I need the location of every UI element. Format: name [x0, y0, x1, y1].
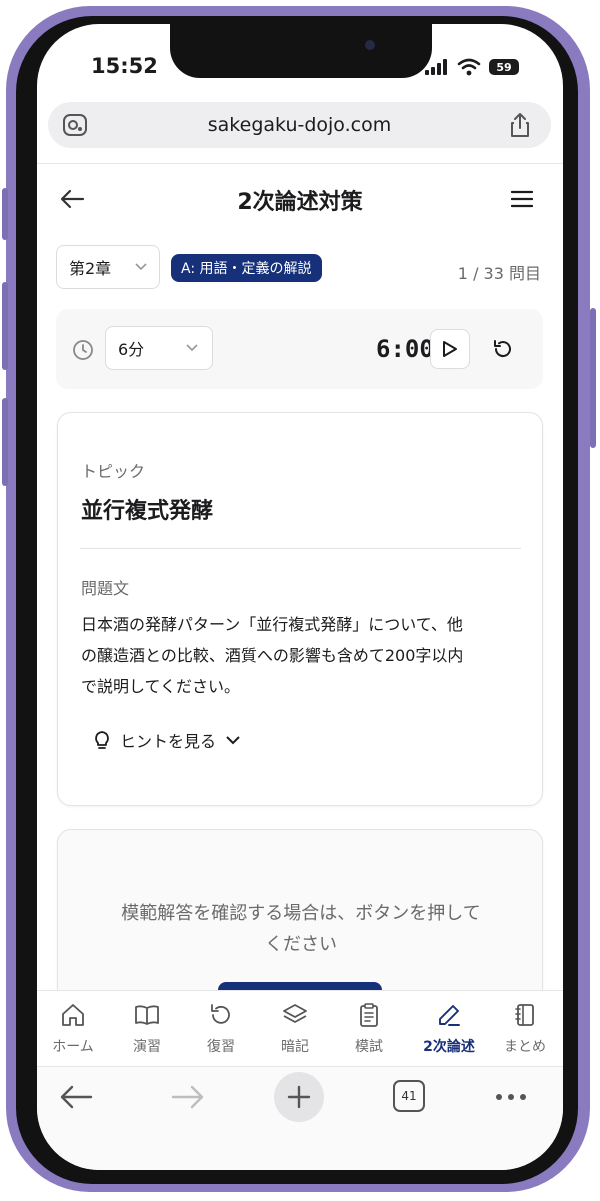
- pen-icon: [439, 1005, 460, 1026]
- timer-bar: 6分 6:00: [56, 309, 543, 389]
- tab-label: 演習: [133, 1039, 161, 1055]
- answer-message-line: 模範解答を確認する場合は、ボタンを押して: [121, 903, 481, 924]
- duration-select[interactable]: 6分: [105, 326, 213, 370]
- prompt-line: 日本酒の発酵パターン「並行複式発酵」について、他: [81, 615, 463, 634]
- clock-icon: [73, 340, 93, 360]
- duration-select-value: 6分: [118, 340, 145, 359]
- tab-home[interactable]: ホーム: [37, 1002, 109, 1056]
- tab-essay[interactable]: 2次論述: [413, 1002, 485, 1056]
- topic-title: 並行複式発酵: [81, 499, 214, 524]
- question-counter: 1 / 33 問目: [457, 264, 541, 283]
- refresh-icon: [211, 1004, 230, 1024]
- prompt-line: の醸造酒との比較、酒質への影響も含めて200字以内: [81, 646, 464, 665]
- mute-switch: [2, 188, 8, 240]
- tab-label: 復習: [207, 1039, 235, 1055]
- toolbar-divider: [37, 1066, 563, 1067]
- chevron-down-icon: [186, 344, 198, 352]
- more-icon[interactable]: [495, 1093, 527, 1101]
- new-tab-button[interactable]: [274, 1072, 324, 1122]
- tab-label: 2次論述: [423, 1039, 475, 1055]
- answer-message: 模範解答を確認する場合は、ボタンを押して ください: [58, 898, 544, 960]
- timer-display: 6:00: [376, 335, 434, 363]
- tab-label: まとめ: [504, 1039, 546, 1055]
- hint-label: ヒントを見る: [120, 732, 217, 751]
- clipboard-icon: [360, 1003, 378, 1027]
- power-button: [590, 308, 596, 448]
- notebook-icon: [515, 1004, 534, 1026]
- status-icons: 59: [425, 56, 519, 78]
- plus-icon: [287, 1085, 311, 1109]
- question-card: トピック 並行複式発酵 問題文 日本酒の発酵パターン「並行複式発酵」について、他…: [57, 412, 543, 806]
- front-camera: [365, 40, 375, 50]
- tab-review[interactable]: 復習: [185, 1002, 257, 1056]
- signal-icon: [425, 59, 447, 75]
- answer-message-line: ください: [265, 934, 337, 955]
- bottom-tab-bar: ホーム 演習 復習 暗記 模試 2次論述 まとめ: [37, 990, 563, 1066]
- topic-label: トピック: [81, 462, 146, 481]
- tab-label: ホーム: [52, 1039, 94, 1055]
- reset-icon[interactable]: [492, 338, 514, 360]
- prompt-label: 問題文: [81, 579, 130, 598]
- url-bar[interactable]: sakegaku-dojo.com: [48, 102, 551, 148]
- status-time: 15:52: [91, 54, 158, 78]
- tab-label: 模試: [355, 1039, 383, 1055]
- chapter-select[interactable]: 第2章: [56, 245, 160, 289]
- tab-count-button[interactable]: 41: [393, 1080, 425, 1112]
- share-icon[interactable]: [508, 111, 532, 139]
- category-badge[interactable]: A: 用語・定義の解説: [171, 254, 322, 282]
- wifi-icon: [457, 58, 481, 76]
- card-divider: [80, 548, 521, 549]
- browser-toolbar: 41: [37, 1066, 563, 1170]
- url-text[interactable]: sakegaku-dojo.com: [48, 114, 551, 136]
- volume-up-button: [2, 282, 8, 370]
- phone-screen: 15:52 59 sakegaku-dojo.com 2次論述対策 第2章 A:…: [37, 24, 563, 1170]
- prompt-line: で説明してください。: [81, 677, 241, 696]
- battery-indicator: 59: [489, 59, 519, 75]
- menu-icon[interactable]: [511, 190, 533, 208]
- tab-summary[interactable]: まとめ: [489, 1002, 561, 1056]
- page-title: 2次論述対策: [237, 190, 363, 215]
- browser-back-icon[interactable]: [59, 1084, 93, 1110]
- chapter-select-value: 第2章: [69, 259, 112, 278]
- layers-icon: [283, 1004, 307, 1023]
- tab-mock-exam[interactable]: 模試: [333, 1002, 405, 1056]
- browser-forward-icon[interactable]: [171, 1084, 205, 1110]
- chevron-down-icon: [226, 735, 240, 744]
- tab-memorize[interactable]: 暗記: [259, 1002, 331, 1056]
- notch: [170, 24, 432, 78]
- prompt-text: 日本酒の発酵パターン「並行複式発酵」について、他 の醸造酒との比較、酒質への影響…: [81, 609, 463, 702]
- hint-toggle[interactable]: ヒントを見る: [94, 728, 240, 752]
- browser-divider: [37, 163, 563, 164]
- volume-down-button: [2, 398, 8, 486]
- home-icon: [62, 1004, 84, 1026]
- play-button[interactable]: [430, 329, 470, 369]
- tab-practice[interactable]: 演習: [111, 1002, 183, 1056]
- tabbar-divider: [37, 990, 563, 991]
- book-icon: [135, 1005, 159, 1025]
- tab-label: 暗記: [281, 1039, 309, 1055]
- play-icon: [443, 341, 457, 357]
- lightbulb-icon: [95, 731, 109, 749]
- chevron-down-icon: [135, 263, 147, 271]
